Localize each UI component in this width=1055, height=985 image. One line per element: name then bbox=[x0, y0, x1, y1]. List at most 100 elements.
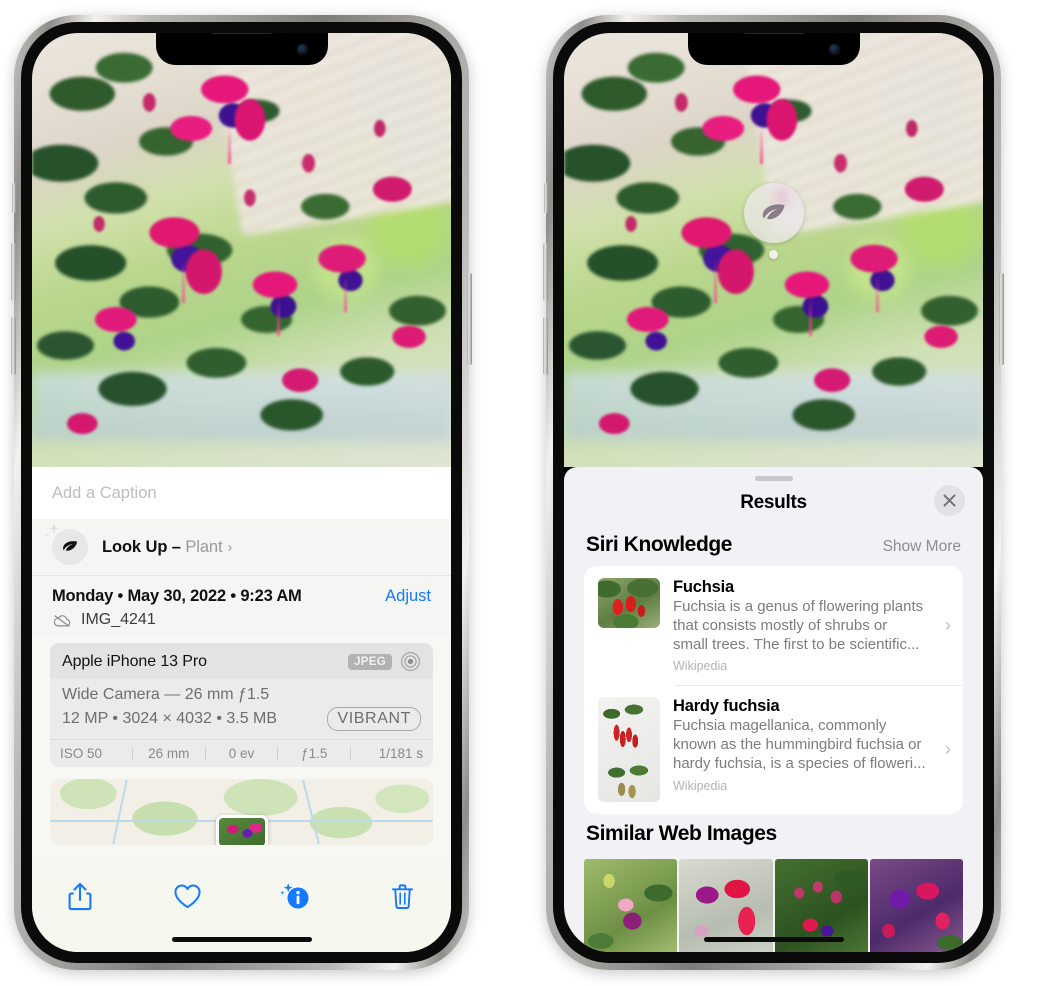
right-phone-device: Results Siri Knowledge Show More Fuchsia… bbox=[543, 15, 1004, 970]
photo-metadata-block: Monday • May 30, 2022 • 9:23 AM Adjust I… bbox=[32, 575, 451, 637]
volume-up-button[interactable] bbox=[543, 243, 548, 301]
exif-focal-length: 26 mm bbox=[148, 746, 190, 761]
location-map[interactable] bbox=[50, 779, 433, 845]
web-image-4[interactable] bbox=[869, 859, 963, 952]
leaf-icon bbox=[762, 203, 785, 219]
adjust-date-button[interactable]: Adjust bbox=[385, 587, 431, 606]
siri-knowledge-header: Siri Knowledge Show More bbox=[564, 525, 983, 566]
exif-shutter-speed: 1/181 s bbox=[378, 746, 423, 761]
result-source: Wikipedia bbox=[673, 659, 728, 674]
list-item[interactable]: Hardy fuchsia Fuchsia magellanica, commo… bbox=[584, 685, 963, 814]
screenshot-stage: Add a Caption Look Up – Plant › Monday •… bbox=[0, 0, 1055, 985]
web-image-1[interactable] bbox=[584, 859, 678, 952]
photo-date: Monday • May 30, 2022 • 9:23 AM bbox=[52, 587, 302, 605]
look-up-icon-wrap bbox=[44, 523, 88, 565]
exif-footer: ISO 50 26 mm 0 ev ƒ1.5 1/181 s bbox=[50, 739, 433, 767]
look-up-row[interactable]: Look Up – Plant › bbox=[32, 519, 451, 575]
result-description: Fuchsia is a genus of flowering plants t… bbox=[673, 598, 924, 653]
result-thumbnail bbox=[598, 578, 660, 628]
photo-viewer[interactable] bbox=[564, 33, 983, 467]
result-source: Wikipedia bbox=[673, 778, 728, 793]
photo-viewer[interactable] bbox=[32, 33, 451, 467]
section-title: Siri Knowledge bbox=[586, 533, 733, 556]
similar-web-images-header: Similar Web Images bbox=[564, 814, 983, 855]
visual-lookup-anchor-dot bbox=[769, 250, 778, 259]
chevron-right-icon: › bbox=[227, 538, 233, 556]
look-up-subject: Plant bbox=[185, 537, 223, 556]
notch bbox=[155, 33, 328, 65]
mute-switch[interactable] bbox=[544, 183, 548, 213]
exif-iso: ISO 50 bbox=[60, 746, 103, 761]
exif-spec-row: 12 MP • 3024 × 4032 • 3.5 MB VIBRANT bbox=[62, 707, 421, 731]
earpiece-speaker bbox=[741, 33, 806, 34]
mute-switch[interactable] bbox=[12, 183, 16, 213]
close-button[interactable] bbox=[934, 485, 965, 516]
show-more-button[interactable]: Show More bbox=[883, 538, 961, 556]
format-badge: JPEG bbox=[348, 653, 392, 670]
heart-icon bbox=[174, 884, 201, 908]
exif-exposure-comp: 0 ev bbox=[228, 746, 255, 761]
right-phone-bezel: Results Siri Knowledge Show More Fuchsia… bbox=[553, 22, 994, 963]
trash-icon bbox=[392, 883, 414, 909]
share-button[interactable] bbox=[60, 876, 100, 916]
result-body: Fuchsia Fuchsia is a genus of flowering … bbox=[673, 578, 932, 673]
look-up-title: Look Up – bbox=[102, 537, 186, 556]
map-photo-pin[interactable] bbox=[215, 814, 268, 845]
volume-down-button[interactable] bbox=[543, 317, 548, 375]
map-pin-thumbnail bbox=[218, 817, 265, 845]
result-thumbnail bbox=[598, 697, 660, 803]
earpiece-speaker bbox=[209, 33, 274, 34]
look-up-label: Look Up – Plant › bbox=[102, 538, 232, 557]
info-sparkle-icon bbox=[280, 883, 309, 909]
right-phone-screen: Results Siri Knowledge Show More Fuchsia… bbox=[564, 33, 983, 952]
favorite-button[interactable] bbox=[168, 876, 208, 916]
results-title: Results bbox=[740, 492, 807, 513]
close-icon bbox=[943, 494, 956, 507]
sparkles-icon bbox=[44, 523, 59, 538]
result-body: Hardy fuchsia Fuchsia magellanica, commo… bbox=[673, 697, 932, 792]
siri-knowledge-card: Fuchsia Fuchsia is a genus of flowering … bbox=[584, 566, 963, 815]
volume-down-button[interactable] bbox=[11, 317, 16, 375]
camera-model: Apple iPhone 13 Pro bbox=[62, 652, 207, 670]
metadata-date-row: Monday • May 30, 2022 • 9:23 AM Adjust bbox=[52, 587, 431, 606]
list-item[interactable]: Fuchsia Fuchsia is a genus of flowering … bbox=[584, 566, 963, 685]
chevron-right-icon: › bbox=[945, 615, 951, 636]
results-sheet: Results Siri Knowledge Show More Fuchsia… bbox=[564, 467, 983, 952]
exif-header-badges: JPEG bbox=[348, 651, 421, 672]
exif-card: Apple iPhone 13 Pro JPEG Wide Camera — 2… bbox=[50, 643, 433, 767]
visual-lookup-bubble[interactable] bbox=[743, 183, 804, 243]
photo-stamens bbox=[32, 33, 451, 467]
chevron-right-icon: › bbox=[945, 739, 951, 760]
photo-filename: IMG_4241 bbox=[81, 611, 156, 628]
left-phone-bezel: Add a Caption Look Up – Plant › Monday •… bbox=[21, 22, 462, 963]
notch bbox=[687, 33, 860, 65]
exif-body: Wide Camera — 26 mm ƒ1.5 12 MP • 3024 × … bbox=[50, 679, 433, 739]
metadata-file-row: IMG_4241 bbox=[52, 611, 431, 629]
home-indicator[interactable] bbox=[171, 937, 312, 942]
cloud-slash-icon bbox=[53, 614, 71, 627]
home-indicator[interactable] bbox=[703, 937, 844, 942]
caption-input[interactable]: Add a Caption bbox=[32, 467, 451, 519]
front-camera bbox=[296, 44, 308, 55]
photographic-style-badge: VIBRANT bbox=[327, 707, 421, 731]
power-button[interactable] bbox=[467, 273, 472, 365]
volume-up-button[interactable] bbox=[11, 243, 16, 301]
aperture-icon bbox=[400, 651, 421, 672]
exif-aperture: ƒ1.5 bbox=[301, 746, 328, 761]
lens-info: Wide Camera — 26 mm ƒ1.5 bbox=[62, 686, 270, 703]
visual-lookup-badge[interactable] bbox=[743, 183, 804, 259]
left-phone-device: Add a Caption Look Up – Plant › Monday •… bbox=[11, 15, 472, 970]
info-button[interactable] bbox=[275, 876, 315, 916]
section-title: Similar Web Images bbox=[586, 822, 777, 846]
result-description: Fuchsia magellanica, commonly known as t… bbox=[673, 717, 926, 772]
result-title: Hardy fuchsia bbox=[673, 697, 780, 716]
exif-header: Apple iPhone 13 Pro JPEG bbox=[50, 643, 433, 679]
left-phone-screen: Add a Caption Look Up – Plant › Monday •… bbox=[32, 33, 451, 952]
front-camera bbox=[828, 44, 840, 55]
power-button[interactable] bbox=[999, 273, 1004, 365]
result-title: Fuchsia bbox=[673, 578, 734, 596]
results-header: Results bbox=[564, 481, 983, 525]
image-specs: 12 MP • 3024 × 4032 • 3.5 MB bbox=[62, 710, 278, 727]
delete-button[interactable] bbox=[383, 876, 423, 916]
share-icon bbox=[68, 882, 92, 910]
